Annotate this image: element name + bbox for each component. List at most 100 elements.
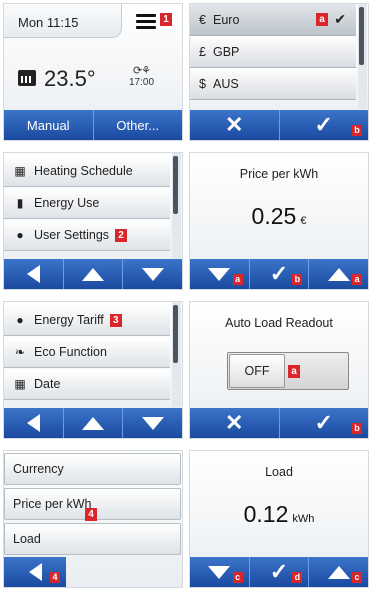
bottom-bar: ✕ ✓ b <box>190 110 368 140</box>
temperature-readout: 23.5° <box>44 66 96 91</box>
price-per-kwh-screen: Price per kWh 0.25 € a ✓ b a <box>189 152 369 290</box>
user-settings-screen: ● Energy Tariff 3 ❧ Eco Function ▦ Date <box>3 301 183 439</box>
cancel-button[interactable]: ✕ <box>190 408 279 438</box>
leaf-icon: ❧ <box>14 345 26 359</box>
value-unit: € <box>300 215 307 227</box>
confirm-button[interactable]: ✓ b <box>278 110 369 140</box>
currency-item-gbp[interactable]: £ GBP <box>190 36 356 68</box>
clock-tab: Mon 11:15 <box>4 4 122 38</box>
bottom-bar: 4 <box>4 557 66 587</box>
badge: 2 <box>115 228 128 242</box>
bottom-bar: Manual Other... <box>4 110 182 140</box>
scroll-up-button[interactable] <box>62 259 123 289</box>
bottom-bar: a ✓ b a <box>190 259 368 289</box>
badge: a <box>232 274 243 285</box>
scroll-down-button[interactable] <box>122 259 182 289</box>
scrollbar-track[interactable] <box>172 153 181 258</box>
manual-button[interactable]: Manual <box>4 110 93 140</box>
decrease-button[interactable]: c <box>190 557 249 587</box>
scrollbar-track[interactable] <box>358 4 367 109</box>
currency-symbol: £ <box>199 44 206 59</box>
currency-symbol: € <box>199 12 206 27</box>
energy-tariff-icon: ● <box>16 313 24 327</box>
decrease-button[interactable]: a <box>190 259 249 289</box>
badge: 3 <box>109 313 122 327</box>
arrow-left-icon <box>26 414 40 432</box>
scroll-down-button[interactable] <box>122 408 182 438</box>
back-button[interactable] <box>4 259 63 289</box>
back-button[interactable] <box>4 408 63 438</box>
badge: d <box>292 572 303 583</box>
confirm-button[interactable]: ✓ d <box>248 557 309 587</box>
scrollbar-track[interactable] <box>172 302 181 407</box>
menu-item-load[interactable]: Load <box>4 523 181 555</box>
badge: a <box>316 13 328 26</box>
scrollbar-thumb[interactable] <box>359 7 364 65</box>
energy-use-icon: ▮ <box>16 196 24 210</box>
check-icon: ✓ <box>314 410 333 435</box>
currency-screen: € Euro a ✔ £ GBP $ AUS ✕ ✓ b <box>189 3 369 141</box>
menu-item-label: User Settings <box>34 228 110 242</box>
check-icon: ✓ <box>314 112 333 137</box>
cancel-button[interactable]: ✕ <box>190 110 279 140</box>
currency-label: GBP <box>213 44 240 59</box>
badge: b <box>292 274 303 285</box>
badge: 4 <box>50 572 60 583</box>
badge: c <box>352 572 363 583</box>
arrow-up-icon <box>82 267 104 281</box>
menu-item-label: Date <box>34 377 61 391</box>
menu-icon[interactable]: 1 <box>136 13 172 32</box>
increase-button[interactable]: c <box>308 557 368 587</box>
load-screen: Load 0.12 kWh c ✓ d c <box>189 450 369 588</box>
auto-load-toggle[interactable]: OFF a <box>227 352 349 390</box>
screen-title: Load <box>265 465 293 479</box>
check-icon: ✔ <box>334 11 346 27</box>
menu-item-heating-schedule[interactable]: ▦ Heating Schedule <box>4 156 170 187</box>
currency-label: Euro <box>213 12 240 27</box>
currency-symbol: $ <box>199 76 206 91</box>
heating-schedule-icon: ▦ <box>14 164 26 178</box>
confirm-button[interactable]: ✓ b <box>248 259 309 289</box>
menu-item-date[interactable]: ▦ Date <box>4 369 170 400</box>
scrollbar-thumb[interactable] <box>173 305 178 363</box>
arrow-up-icon <box>82 416 104 430</box>
calendar-icon: ▦ <box>14 377 26 391</box>
menu-item-label: Eco Function <box>34 345 107 359</box>
scroll-up-button[interactable] <box>62 408 123 438</box>
schedule-cycle-icon: ⟳⚘ <box>132 65 151 77</box>
confirm-button[interactable]: ✓ b <box>278 408 369 438</box>
main-menu-screen: ▦ Heating Schedule ▮ Energy Use ● User S… <box>3 152 183 290</box>
currency-item-aus[interactable]: $ AUS <box>190 68 356 100</box>
badge: b <box>352 125 362 136</box>
badge: 4 <box>85 508 97 521</box>
menu-item-eco-function[interactable]: ❧ Eco Function <box>4 337 170 368</box>
menu-item-energy-tariff[interactable]: ● Energy Tariff 3 <box>4 305 170 336</box>
user-icon: ● <box>16 228 24 242</box>
value-unit: kWh <box>292 513 315 525</box>
menu-item-price-per-kwh[interactable]: Price per kWh 4 <box>4 488 181 521</box>
menu-item-label: Heating Schedule <box>34 164 133 178</box>
menu-item-label: Energy Use <box>34 196 100 210</box>
check-icon: ✓ <box>269 559 289 584</box>
menu-item-label: Currency <box>13 462 64 476</box>
arrow-up-icon <box>327 267 350 281</box>
other-button[interactable]: Other... <box>92 110 183 140</box>
arrow-left-icon <box>28 563 42 581</box>
menu-item-user-settings[interactable]: ● User Settings 2 <box>4 220 170 251</box>
arrow-up-icon <box>327 565 350 579</box>
currency-item-euro[interactable]: € Euro a ✔ <box>190 4 356 36</box>
badge: a <box>288 365 300 378</box>
value-readout: 0.25 € <box>190 203 368 230</box>
scrollbar-thumb[interactable] <box>173 156 178 214</box>
currency-label: AUS <box>213 76 239 91</box>
back-button[interactable]: 4 <box>4 557 66 587</box>
arrow-down-icon <box>208 267 231 281</box>
arrow-down-icon <box>141 267 164 281</box>
menu-item-energy-use[interactable]: ▮ Energy Use <box>4 188 170 219</box>
value-readout: 0.12 kWh <box>190 501 368 528</box>
menu-item-label: Energy Tariff <box>34 313 104 327</box>
increase-button[interactable]: a <box>308 259 368 289</box>
bottom-bar <box>4 408 182 438</box>
energy-tariff-screen: Currency Price per kWh 4 Load 4 <box>3 450 183 588</box>
menu-item-currency[interactable]: Currency <box>4 453 181 485</box>
